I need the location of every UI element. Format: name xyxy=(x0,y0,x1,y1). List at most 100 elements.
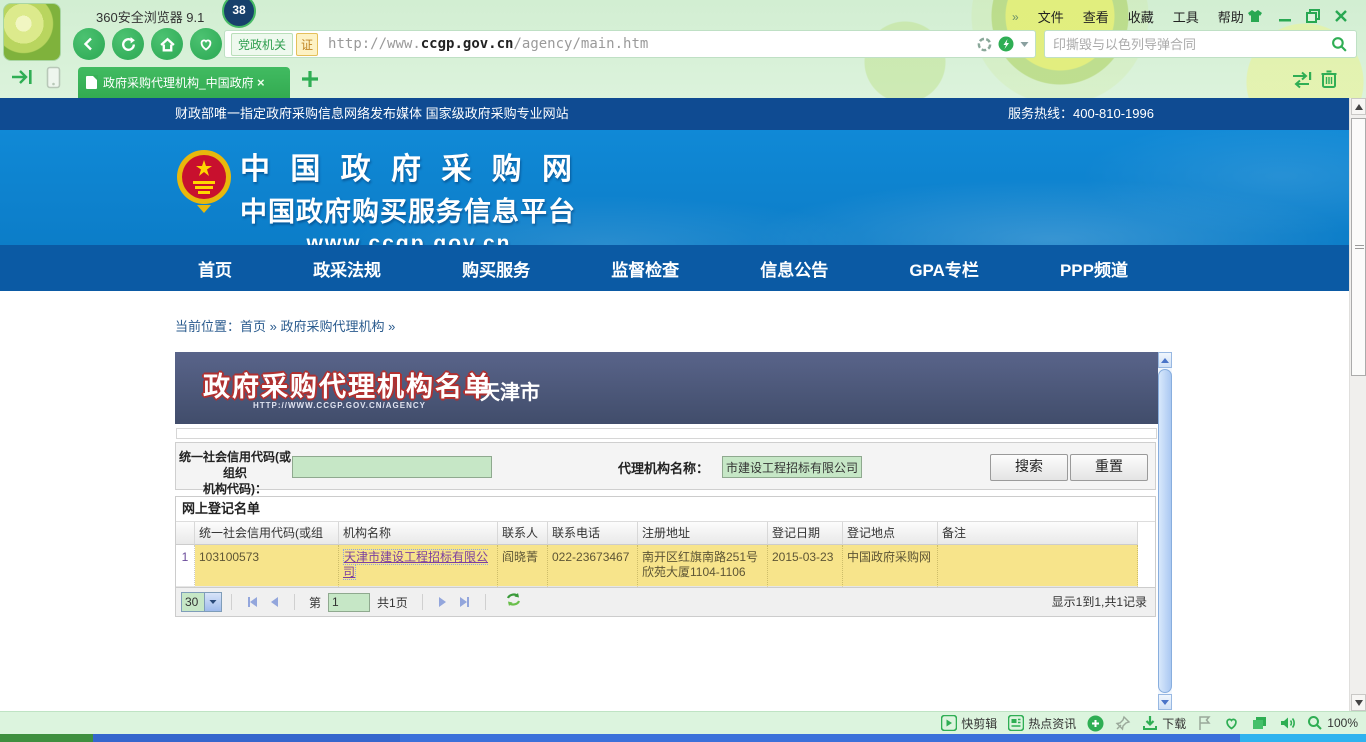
flag-icon[interactable] xyxy=(1197,715,1212,731)
nav-announcements[interactable]: 信息公告 xyxy=(760,256,828,281)
trash-icon[interactable] xyxy=(1320,69,1338,94)
refresh-icon xyxy=(120,36,137,53)
credit-code-input[interactable] xyxy=(292,456,492,478)
page-number-input[interactable] xyxy=(328,593,370,612)
favorites-heart-icon[interactable] xyxy=(1223,715,1240,731)
bottom-strip-dark xyxy=(93,734,400,742)
menu-tools[interactable]: 工具 xyxy=(1173,7,1199,26)
favorite-button[interactable] xyxy=(190,28,222,60)
row-note xyxy=(938,545,1138,587)
skin-icon[interactable] xyxy=(1244,8,1266,24)
bottom-strip-cyan xyxy=(1240,734,1366,742)
first-page-button[interactable] xyxy=(248,597,257,607)
url-text: http://www.ccgp.gov.cn/agency/main.htm xyxy=(328,36,971,52)
menu-favorites[interactable]: 收藏 xyxy=(1128,7,1154,26)
speed-mode-icon[interactable] xyxy=(998,36,1014,52)
row-contact: 阎晓菁 xyxy=(498,545,548,587)
restore-tabs-icon[interactable] xyxy=(1290,71,1312,94)
inner-scroll-up-icon[interactable] xyxy=(1158,352,1172,368)
restore-button[interactable] xyxy=(1302,8,1324,24)
page-prefix-label: 第 xyxy=(309,594,321,611)
scrollbar-thumb[interactable] xyxy=(1351,118,1366,376)
table-header-row: 统一社会信用代码(或组织 机构名称 联系人 联系电话 注册地址 登记日期 登记地… xyxy=(176,522,1155,545)
content-frame: 政府采购代理机构名单 天津市 HTTP://WWW.CCGP.GOV.CN/AG… xyxy=(175,352,1172,710)
minimize-button[interactable] xyxy=(1274,8,1296,24)
browser-logo[interactable] xyxy=(3,3,61,61)
inner-scroll-down-icon[interactable] xyxy=(1158,694,1172,710)
new-tab-button[interactable] xyxy=(300,69,320,94)
quick-edit-item[interactable]: 快剪辑 xyxy=(941,715,997,732)
inner-scrollbar-thumb[interactable] xyxy=(1158,369,1172,693)
page-size-select[interactable]: 30 xyxy=(181,592,222,612)
site-logo-text[interactable]: 中 国 政 府 采 购 网 中国政府购买服务信息平台 www.ccgp.gov.… xyxy=(240,144,578,256)
prev-page-button[interactable] xyxy=(271,597,278,607)
pager-divider xyxy=(231,594,232,610)
pin-icon[interactable] xyxy=(1115,715,1131,731)
pages-icon[interactable] xyxy=(1251,715,1268,731)
col-agency-name: 机构名称 xyxy=(339,522,498,545)
select-dropdown-icon[interactable] xyxy=(204,593,221,611)
site-topbar: 财政部唯一指定政府采购信息网络发布媒体 国家级政府采购专业网站 服务热线：400… xyxy=(0,98,1349,130)
zoom-control[interactable]: 100% xyxy=(1307,715,1358,731)
hot-news-item[interactable]: 热点资讯 xyxy=(1008,715,1076,732)
nav-ppp[interactable]: PPP频道 xyxy=(1060,256,1128,281)
site-type-label[interactable]: 党政机关 xyxy=(231,33,293,56)
download-item[interactable]: 下载 xyxy=(1142,715,1186,732)
menu-view[interactable]: 查看 xyxy=(1083,7,1109,26)
address-bar[interactable]: 党政机关 证 http://www.ccgp.gov.cn/agency/mai… xyxy=(224,30,1036,58)
close-button[interactable] xyxy=(1330,8,1352,24)
address-bar-icons xyxy=(977,36,1029,52)
tab-close-icon[interactable]: × xyxy=(257,75,265,90)
pager-refresh-icon[interactable] xyxy=(505,592,522,612)
home-button[interactable] xyxy=(151,28,183,60)
refresh-button[interactable] xyxy=(112,28,144,60)
speaker-icon[interactable] xyxy=(1279,715,1296,731)
nav-home[interactable]: 首页 xyxy=(198,256,232,281)
menu-overflow-icon[interactable]: » xyxy=(1012,10,1019,24)
back-button[interactable] xyxy=(73,28,105,60)
row-phone: 022-23673467 xyxy=(548,545,638,587)
nav-gpa[interactable]: GPA专栏 xyxy=(909,256,979,281)
national-emblem-logo xyxy=(175,143,233,224)
menu-help[interactable]: 帮助 xyxy=(1218,7,1244,26)
search-icon[interactable] xyxy=(1331,36,1348,53)
scroll-up-icon[interactable] xyxy=(1351,98,1366,115)
breadcrumb[interactable]: 当前位置：首页 » 政府采购代理机构 » xyxy=(175,316,395,335)
url-prefix: http://www. xyxy=(328,36,421,52)
speed-ball-icon[interactable] xyxy=(1087,715,1104,732)
notification-badge[interactable]: 38 xyxy=(222,0,256,28)
registration-table-panel: 网上登记名单 统一社会信用代码(或组织 机构名称 联系人 联系电话 注册地址 登… xyxy=(175,496,1156,617)
scroll-down-icon[interactable] xyxy=(1351,694,1366,711)
nav-supervision[interactable]: 监督检查 xyxy=(611,256,679,281)
heart-icon xyxy=(198,36,214,52)
site-subtitle: 中国政府购买服务信息平台 xyxy=(240,190,578,229)
compat-mode-icon[interactable] xyxy=(977,37,992,52)
agency-name-label: 代理机构名称： xyxy=(618,458,709,477)
col-date: 登记日期 xyxy=(768,522,843,545)
search-button[interactable]: 搜索 xyxy=(990,454,1068,481)
mobile-sync-icon[interactable] xyxy=(46,66,61,94)
pagination-bar: 30 第 共1页 xyxy=(176,587,1155,616)
next-page-button[interactable] xyxy=(439,597,446,607)
search-input[interactable] xyxy=(1045,37,1331,52)
banner-title: 政府采购代理机构名单 xyxy=(203,365,493,404)
nav-regulations[interactable]: 政采法规 xyxy=(313,256,381,281)
col-place: 登记地点 xyxy=(843,522,938,545)
last-page-button[interactable] xyxy=(460,597,469,607)
chevron-down-icon[interactable] xyxy=(1020,41,1029,48)
agency-name-link[interactable]: 天津市建设工程招标有限公司 xyxy=(343,549,488,580)
browser-search-box[interactable] xyxy=(1044,30,1357,58)
reset-button[interactable]: 重置 xyxy=(1070,454,1148,481)
table-section-title: 网上登记名单 xyxy=(176,497,1155,522)
inner-scrollbar[interactable] xyxy=(1158,352,1172,710)
certificate-badge[interactable]: 证 xyxy=(296,33,318,56)
menu-file[interactable]: 文件 xyxy=(1038,7,1064,26)
tab-active[interactable]: 政府采购代理机构_中国政府采 × xyxy=(78,67,290,98)
page-scrollbar[interactable] xyxy=(1349,98,1366,711)
agency-name-input[interactable] xyxy=(722,456,862,478)
nav-purchase-service[interactable]: 购买服务 xyxy=(462,256,530,281)
tab-title: 政府采购代理机构_中国政府采 xyxy=(103,74,253,91)
menu-bar: » 文件 查看 收藏 工具 帮助 xyxy=(1012,7,1244,26)
sidebar-collapse-icon[interactable] xyxy=(10,68,34,91)
status-bar: 快剪辑 热点资讯 下载 xyxy=(0,711,1366,734)
